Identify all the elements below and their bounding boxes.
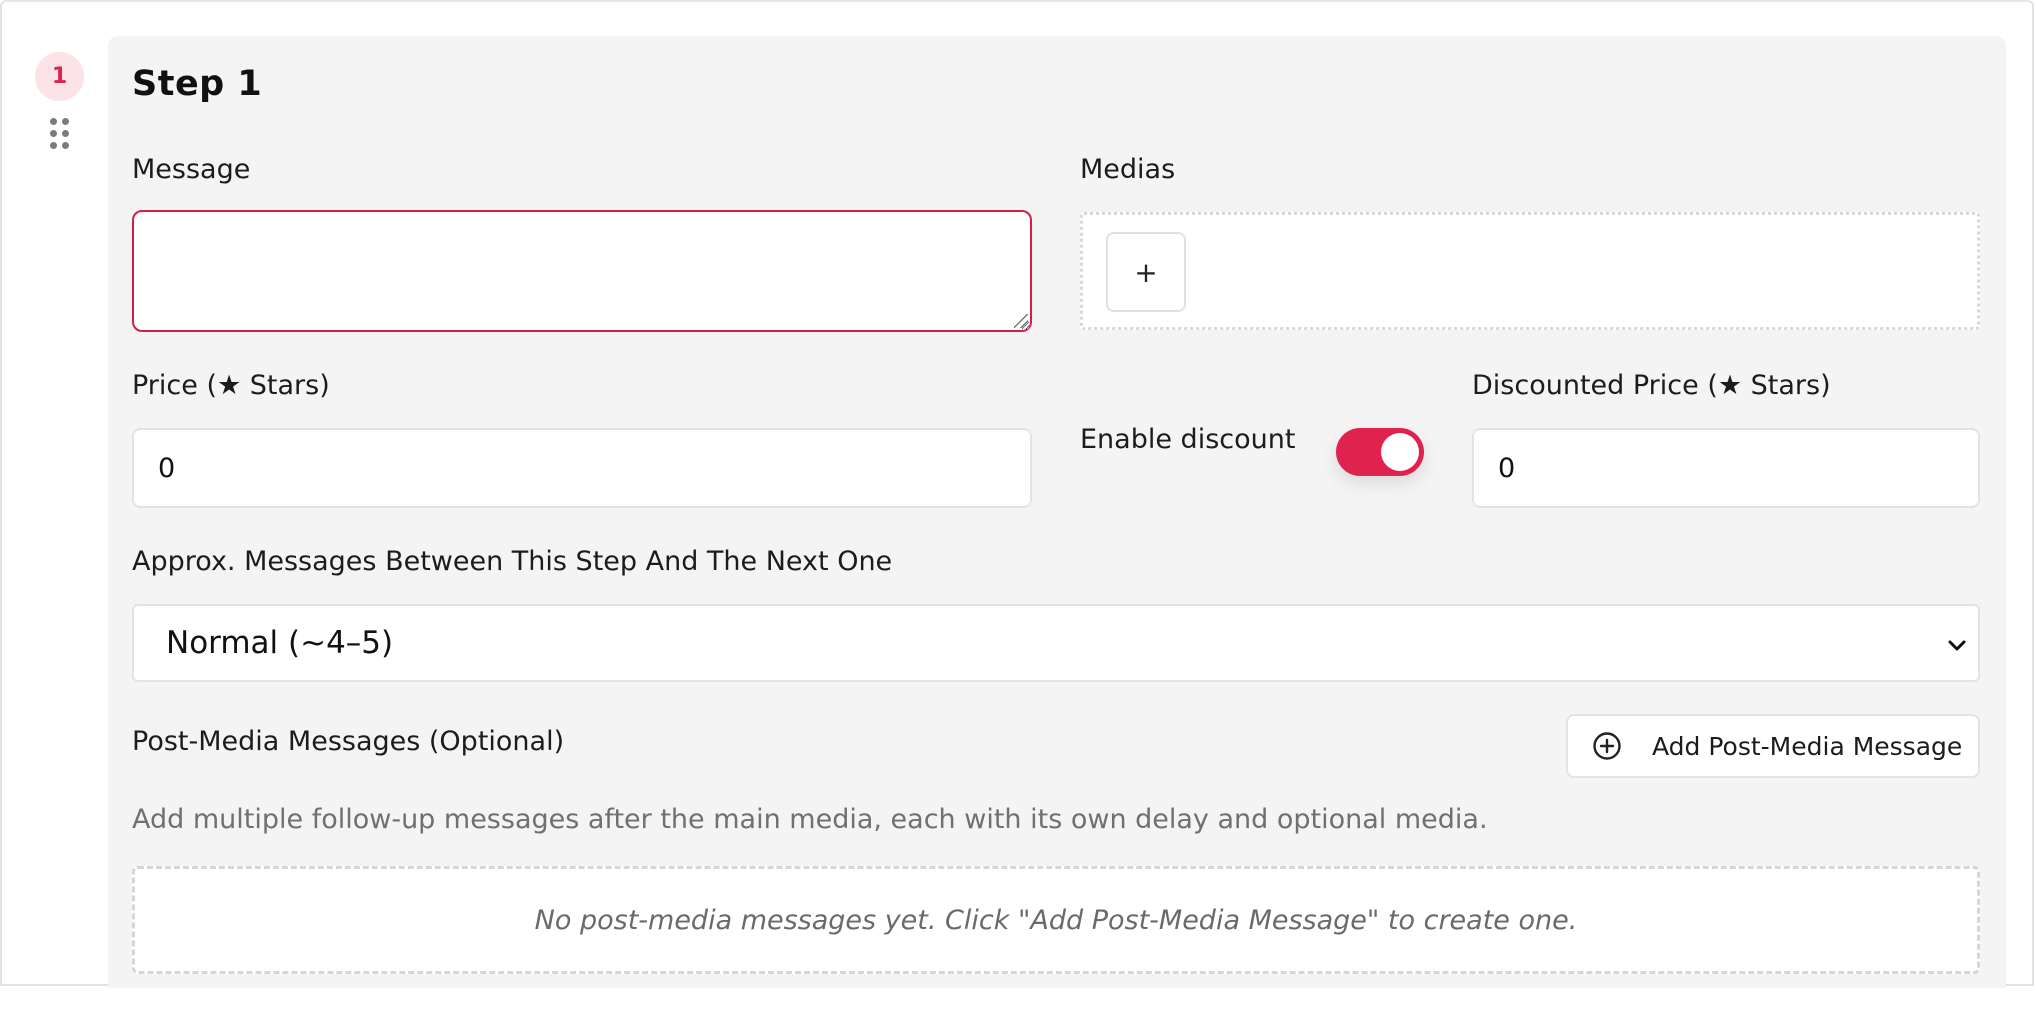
discounted-price-label: Discounted Price (★ Stars) xyxy=(1472,370,1831,401)
approx-messages-select[interactable]: Normal (~4–5) xyxy=(132,604,1980,682)
post-media-help-text: Add multiple follow-up messages after th… xyxy=(132,804,1488,835)
price-input[interactable] xyxy=(132,428,1032,508)
approx-messages-label: Approx. Messages Between This Step And T… xyxy=(132,546,893,577)
resize-grip-icon[interactable] xyxy=(1014,314,1028,328)
medias-dropzone[interactable] xyxy=(1080,212,1980,330)
discounted-price-input[interactable] xyxy=(1472,428,1980,508)
add-post-media-button[interactable]: Add Post-Media Message xyxy=(1566,714,1980,778)
chevron-down-icon xyxy=(1948,640,1966,651)
message-label: Message xyxy=(132,154,251,185)
medias-label: Medias xyxy=(1080,154,1176,185)
step-number-badge: 1 xyxy=(35,52,84,101)
post-media-empty-text: No post-media messages yet. Click "Add P… xyxy=(534,904,1578,936)
add-media-button[interactable]: + xyxy=(1106,232,1186,312)
message-textarea[interactable] xyxy=(132,210,1032,332)
step-title: Step 1 xyxy=(132,64,263,104)
post-media-label: Post-Media Messages (Optional) xyxy=(132,726,565,757)
enable-discount-label: Enable discount xyxy=(1080,424,1296,455)
step-editor-frame: 1 Step 1 Message Medias + Price (★ Stars… xyxy=(0,0,2034,988)
step-card: Step 1 Message Medias + Price (★ Stars) … xyxy=(108,36,2006,988)
enable-discount-toggle[interactable] xyxy=(1336,428,1424,476)
toggle-knob xyxy=(1381,433,1419,471)
approx-messages-selected: Normal (~4–5) xyxy=(166,625,394,661)
post-media-empty-state: No post-media messages yet. Click "Add P… xyxy=(132,866,1980,974)
price-label: Price (★ Stars) xyxy=(132,370,330,401)
plus-circle-icon xyxy=(1593,732,1621,760)
drag-handle-icon[interactable] xyxy=(50,118,70,152)
add-post-media-button-label: Add Post-Media Message xyxy=(1652,731,1963,761)
